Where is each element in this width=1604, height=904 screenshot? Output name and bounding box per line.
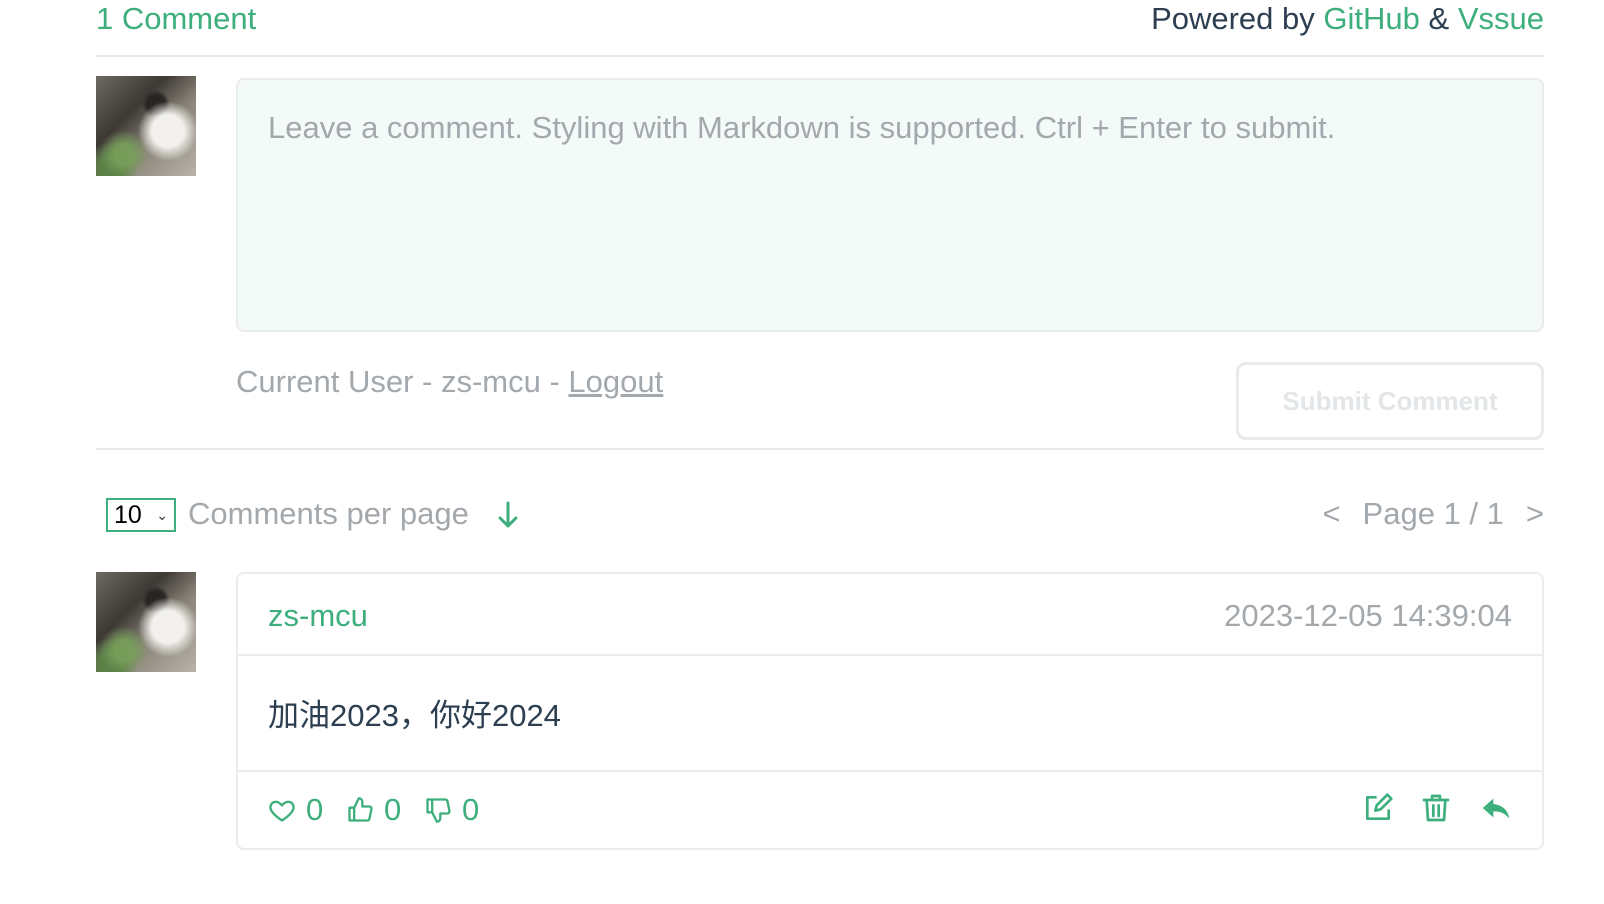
github-link[interactable]: GitHub: [1323, 1, 1419, 36]
thumbs-up-icon: [348, 797, 373, 822]
logout-link[interactable]: Logout: [568, 364, 663, 399]
submit-comment-button[interactable]: Submit Comment: [1236, 362, 1544, 440]
next-page-button[interactable]: >: [1526, 494, 1544, 534]
powered-by: Powered by GitHub & Vssue: [1151, 0, 1544, 38]
powered-prefix: Powered by: [1151, 1, 1315, 36]
edit-icon[interactable]: [1362, 790, 1394, 826]
trash-icon[interactable]: [1420, 790, 1452, 826]
thumbs-down-count: 0: [462, 792, 480, 827]
heart-count: 0: [306, 792, 324, 827]
comment-count: 1 Comment: [96, 1, 257, 36]
per-page-select[interactable]: 10 ⌄: [106, 498, 176, 532]
current-user-status: Current User - zs-mcu - Logout: [236, 362, 663, 402]
section-divider: [96, 448, 1544, 450]
comment-timestamp: 2023-12-05 14:39:04: [1224, 598, 1512, 633]
vssue-link[interactable]: Vssue: [1458, 1, 1544, 36]
page-indicator: Page 1 / 1: [1362, 496, 1504, 531]
card-divider-bottom: [238, 770, 1542, 772]
pager: < Page 1 / 1 >: [1322, 494, 1544, 534]
comment-body: 加油2023，你好2024: [268, 698, 561, 733]
prev-page-button[interactable]: <: [1322, 494, 1340, 534]
per-page-value: 10: [114, 500, 142, 529]
reply-icon[interactable]: [1480, 790, 1512, 826]
thumbs-down-reaction[interactable]: 0: [424, 790, 479, 830]
comment-input[interactable]: [238, 80, 1542, 330]
comment-card: zs-mcu 2023-12-05 14:39:04 加油2023，你好2024…: [236, 572, 1544, 850]
heart-icon: [269, 800, 295, 822]
amp-text: &: [1428, 1, 1450, 36]
header-divider: [96, 55, 1544, 57]
thumbs-up-count: 0: [384, 792, 402, 827]
comment-author[interactable]: zs-mcu: [268, 596, 368, 636]
chevron-down-icon: ⌄: [156, 506, 168, 523]
comment-editor[interactable]: [236, 78, 1544, 332]
card-divider-top: [238, 654, 1542, 656]
comment-author-avatar: [96, 572, 196, 672]
thumbs-down-icon: [426, 798, 451, 823]
heart-reaction[interactable]: 0: [268, 790, 323, 830]
current-user-avatar: [96, 76, 196, 176]
thumbs-up-reaction[interactable]: 0: [346, 790, 401, 830]
per-page-label: Comments per page: [188, 496, 469, 531]
sort-down-arrow-icon[interactable]: [496, 500, 520, 530]
current-user-text: Current User - zs-mcu -: [236, 364, 569, 399]
